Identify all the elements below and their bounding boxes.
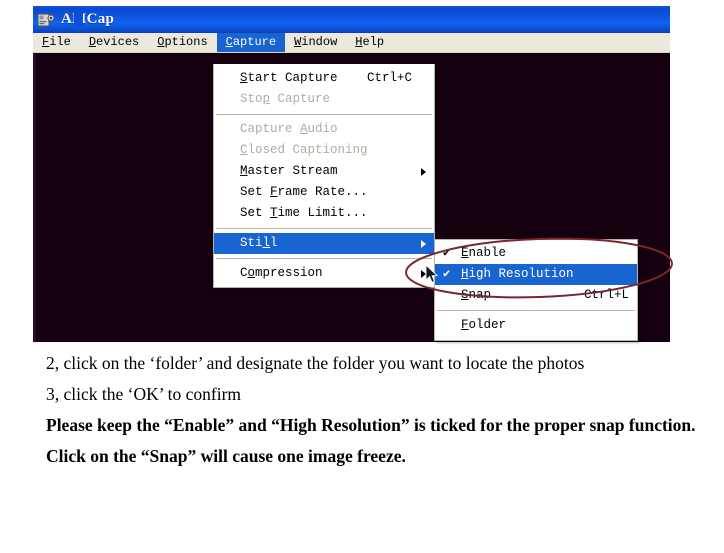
paragraph: Click on the “Snap” will cause one image… <box>46 446 406 466</box>
menu-item-label: Folder <box>461 318 507 332</box>
paragraph: Please keep the “Enable” and “High Resol… <box>46 415 696 435</box>
menu-item-label: Still <box>240 236 278 250</box>
menu-item-label: Set Time Limit... <box>240 206 368 220</box>
menu-item-label: Compression <box>240 266 323 280</box>
menubar-item-window[interactable]: Window <box>285 33 346 52</box>
menu-item-label: High Resolution <box>461 267 574 281</box>
menu-separator <box>216 258 432 259</box>
checkmark-icon: ✔ <box>443 267 451 281</box>
menu-item-label: Capture Audio <box>240 122 338 136</box>
submenu-arrow-icon <box>421 167 426 176</box>
menu-item-label: Start Capture <box>240 71 338 85</box>
menu-separator <box>437 310 635 311</box>
menu-item-label: Enable <box>461 246 507 260</box>
submenu-arrow-icon <box>421 269 426 278</box>
paragraph: 2, click on the ‘folder’ and designate t… <box>46 353 585 373</box>
menu-item-label: Set Frame Rate... <box>240 185 368 199</box>
camera-icon <box>37 11 55 29</box>
menu-item-enable[interactable]: ✔ Enable <box>435 243 637 264</box>
menu-item-closed-captioning: Closed Captioning <box>214 140 434 161</box>
menu-item-shortcut: Ctrl+C <box>366 71 412 85</box>
capture-dropdown-menu[interactable]: Start Capture Ctrl+C Stop Capture Capture A… <box>213 64 435 288</box>
still-submenu[interactable]: ✔ Enable ✔ High Resolution Snap Ctrl+L Folder <box>434 239 638 341</box>
video-left-edge <box>33 53 36 342</box>
menu-item-folder[interactable]: Folder <box>435 315 637 336</box>
menu-item-label: Snap <box>461 288 492 302</box>
menubar-item-help[interactable]: Help <box>346 33 393 52</box>
checkmark-icon: ✔ <box>443 246 451 260</box>
menu-item-compression[interactable]: Compression <box>214 263 434 284</box>
menu-item-set-time-limit[interactable]: Set Time Limit... <box>214 203 434 224</box>
document-text: 2, click on the ‘folder’ and designate t… <box>0 348 724 472</box>
paragraph: 3, click the ‘OK’ to confirm <box>46 384 242 404</box>
menu-item-master-stream[interactable]: Master Stream <box>214 161 434 182</box>
menubar-item-options[interactable]: Options <box>148 33 216 52</box>
menu-separator <box>216 228 432 229</box>
menu-item-start-capture[interactable]: Start Capture Ctrl+C <box>214 68 434 89</box>
menu-item-label: Stop Capture <box>240 92 331 106</box>
menubar: File Devices Options Capture Window Help <box>33 33 670 53</box>
menu-item-label: Closed Captioning <box>240 143 368 157</box>
menu-item-label: Master Stream <box>240 164 338 178</box>
window-titlebar[interactable]: AMCap <box>33 6 670 33</box>
menu-item-snap[interactable]: Snap Ctrl+L <box>435 285 637 306</box>
menubar-item-capture[interactable]: Capture <box>216 33 286 52</box>
menu-item-capture-audio: Capture Audio <box>214 119 434 140</box>
menubar-item-devices[interactable]: Devices <box>80 33 148 52</box>
menu-item-still[interactable]: Still <box>214 233 434 254</box>
window-title: AMCap <box>61 11 115 27</box>
menu-separator <box>216 114 432 115</box>
menubar-item-file[interactable]: File <box>33 33 80 52</box>
submenu-arrow-icon <box>421 239 426 248</box>
menu-item-set-frame-rate[interactable]: Set Frame Rate... <box>214 182 434 203</box>
menu-item-stop-capture: Stop Capture <box>214 89 434 110</box>
menu-item-high-resolution[interactable]: ✔ High Resolution <box>435 264 637 285</box>
menu-item-shortcut: Ctrl+L <box>583 288 629 302</box>
